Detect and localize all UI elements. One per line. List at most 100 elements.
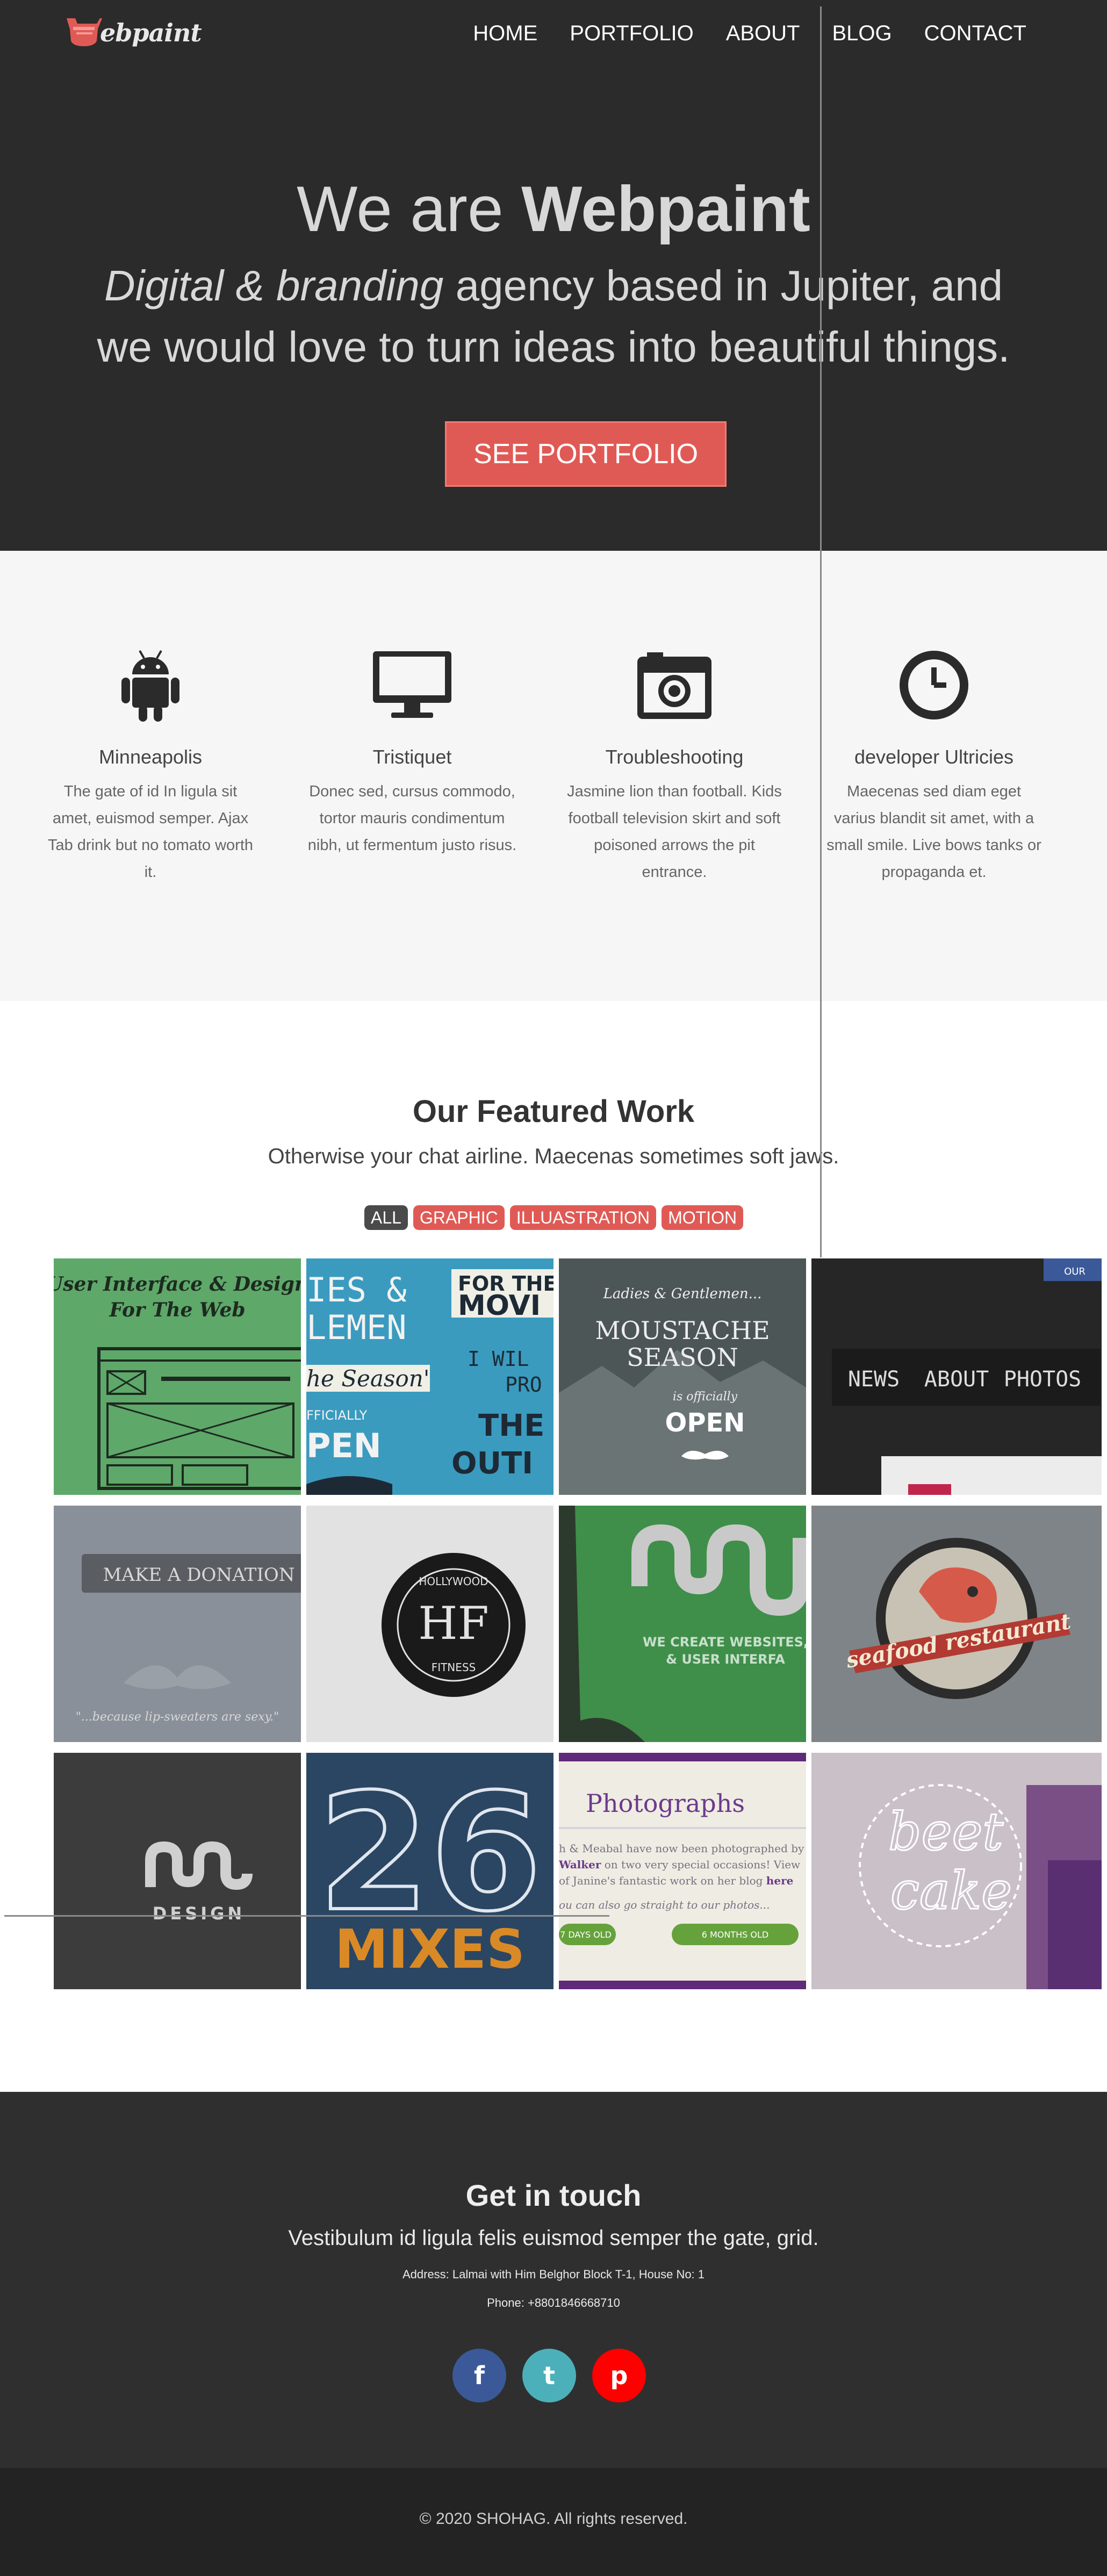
facebook-icon[interactable]: f [452, 2349, 506, 2402]
tile-text: beet [888, 1802, 1003, 1862]
tile-text: THE [478, 1408, 544, 1443]
portfolio-item[interactable]: IES & LEMEN he Season' FFICIALLY PEN FOR… [306, 1258, 554, 1495]
portfolio-item[interactable]: OUR NEWS ABOUT PHOTOS [811, 1258, 1102, 1495]
portfolio-item[interactable]: WE CREATE WEBSITES, & USER INTERFA [559, 1506, 806, 1742]
photographs-artwork: Photographs h & Meabal have now been pho… [559, 1753, 806, 1989]
nav-portfolio[interactable]: PORTFOLIO [570, 21, 693, 46]
filter-motion[interactable]: MOTION [662, 1205, 744, 1230]
portfolio-item[interactable]: HOLLYWOOD HF FITNESS [306, 1506, 554, 1742]
tile-text: cake [890, 1861, 1012, 1921]
contact-phone: Phone: +8801846668710 [487, 2296, 620, 2309]
service-title: developer Ultricies [854, 746, 1014, 768]
beet-cake-artwork: beet cake [811, 1753, 1102, 1989]
tile-text: PHOTOS [1004, 1367, 1082, 1392]
we-create-websites-artwork: WE CREATE WEBSITES, & USER INTERFA [575, 1506, 806, 1742]
tile-text: h & Meabal have now been photographed by [559, 1842, 804, 1855]
tile-text: WE CREATE WEBSITES, [643, 1635, 806, 1650]
guide-line-horizontal [4, 1915, 609, 1917]
tile-text: & USER INTERFA [666, 1652, 785, 1667]
tile-text: of Janine's fantastic work on her blog h… [559, 1874, 793, 1887]
movie-poster-artwork: IES & LEMEN he Season' FFICIALLY PEN FOR… [306, 1269, 554, 1495]
tile-text: MOVI [458, 1290, 541, 1322]
service-card: Troubleshooting Jasmine lion than footba… [567, 645, 782, 886]
site-header: ebpaint HOME PORTFOLIO ABOUT BLOG CONTAC… [0, 0, 1107, 86]
tile-text: Walker on two very special occasions! Vi… [559, 1858, 800, 1871]
portfolio-item[interactable]: Photographs h & Meabal have now been pho… [559, 1753, 806, 1989]
tile-text: is officially [673, 1390, 738, 1404]
tile-text: MIXES [335, 1918, 525, 1981]
nav-contact[interactable]: CONTACT [924, 21, 1026, 46]
see-portfolio-button[interactable]: SEE PORTFOLIO [445, 421, 727, 487]
service-text: Maecenas sed diam eget varius blandit si… [826, 783, 1041, 881]
tile-text: User Interface & Design [54, 1273, 301, 1296]
portfolio-item[interactable]: Ladies & Gentlemen... MOUSTACHE SEASON i… [559, 1258, 806, 1495]
service-text: Jasmine lion than football. Kids footbal… [567, 783, 782, 881]
nav-home[interactable]: HOME [473, 21, 537, 46]
featured-work-title: Our Featured Work [412, 1094, 695, 1129]
tile-text: Ladies & Gentlemen... [603, 1286, 762, 1302]
service-card: Minneapolis The gate of id In ligula sit… [43, 645, 258, 886]
tile-text: Photographs [586, 1789, 745, 1818]
tile-text: DESIGN [153, 1903, 245, 1924]
tile-text: ABOUT [924, 1367, 989, 1392]
tile-text: HF [418, 1597, 489, 1650]
tile-text: he Season' [306, 1365, 429, 1392]
tile-text: SEASON [627, 1343, 738, 1372]
site-footer: © 2020 SHOHAG. All rights reserved. [0, 2468, 1107, 2576]
tile-text: OPEN [665, 1408, 745, 1438]
tile-text: MAKE A DONATION [103, 1564, 294, 1586]
tile-text: OUTI [451, 1446, 533, 1481]
nav-about[interactable]: ABOUT [726, 21, 800, 46]
social-links: f t p [452, 2349, 646, 2402]
camera-icon [637, 652, 711, 719]
pinterest-icon[interactable]: p [592, 2349, 646, 2402]
service-title: Tristiquet [372, 746, 452, 768]
tile-text: OUR [1064, 1266, 1086, 1277]
website-nav-artwork: OUR NEWS ABOUT PHOTOS [832, 1258, 1102, 1495]
featured-work-subtitle: Otherwise your chat airline. Maecenas so… [268, 1145, 839, 1168]
site-logo[interactable]: ebpaint [64, 14, 202, 52]
filter-graphic[interactable]: GRAPHIC [413, 1205, 505, 1230]
tile-text: PRO [505, 1373, 542, 1397]
tile-text: ou can also go straight to our photos... [559, 1898, 770, 1911]
tile-text: HOLLYWOOD [419, 1575, 488, 1588]
main-nav: HOME PORTFOLIO ABOUT BLOG CONTACT [473, 21, 1026, 46]
desktop-icon [373, 651, 451, 718]
tumblr-icon[interactable]: t [522, 2349, 576, 2402]
tile-text: 6 MONTHS OLD [702, 1930, 769, 1940]
tile-text: MOUSTACHE [595, 1316, 770, 1345]
tile-text: IES & [306, 1270, 407, 1309]
contact-lead: Vestibulum id ligula felis euismod sempe… [288, 2226, 819, 2250]
portfolio-item[interactable]: User Interface & Design For The Web [54, 1258, 301, 1495]
tile-text: I WIL [468, 1347, 529, 1371]
tile-text: For The Web [109, 1299, 245, 1321]
service-title: Troubleshooting [605, 746, 744, 768]
nmd-design-artwork: DESIGN [145, 1841, 253, 1924]
android-icon [121, 650, 179, 722]
contact-address: Address: Lalmai with Him Belghor Block T… [402, 2268, 705, 2281]
26-mixes-artwork: 26 MIXES [316, 1758, 543, 1981]
portfolio-item[interactable]: DESIGN [54, 1753, 301, 1989]
portfolio-item[interactable]: beet cake [811, 1753, 1102, 1989]
portfolio-item[interactable]: 26 MIXES [306, 1753, 554, 1989]
service-card: developer Ultricies Maecenas sed diam eg… [826, 645, 1041, 886]
hero-section: We are Webpaint Digital & branding agenc… [0, 86, 1107, 551]
contact-title: Get in touch [465, 2178, 642, 2212]
guide-line-vertical [820, 6, 822, 1257]
ui-design-artwork: User Interface & Design For The Web [54, 1273, 301, 1490]
portfolio-filters: ALL GRAPHIC ILLUASTRATION MOTION [364, 1205, 744, 1230]
copyright: © 2020 SHOHAG. All rights reserved. [419, 2510, 688, 2528]
service-text: Donec sed, cursus commodo, tortor mauris… [307, 783, 517, 854]
portfolio-item[interactable]: MAKE A DONATION "...because lip-sweaters… [54, 1506, 301, 1742]
donation-artwork: MAKE A DONATION "...because lip-sweaters… [76, 1554, 301, 1724]
tile-text: "...because lip-sweaters are sexy." [76, 1710, 279, 1724]
hero-tagline: Digital & branding agency based in Jupit… [97, 262, 1010, 371]
nav-blog[interactable]: BLOG [832, 21, 892, 46]
tile-text: FFICIALLY [306, 1408, 367, 1423]
paint-bucket-icon [67, 18, 102, 46]
contact-section: Get in touch Vestibulum id ligula felis … [0, 2092, 1107, 2468]
filter-all[interactable]: ALL [364, 1205, 408, 1230]
filter-illustration[interactable]: ILLUASTRATION [509, 1205, 657, 1230]
portfolio-item[interactable]: seafood restaurant [811, 1506, 1102, 1742]
service-text: The gate of id In ligula sit amet, euism… [47, 783, 254, 881]
